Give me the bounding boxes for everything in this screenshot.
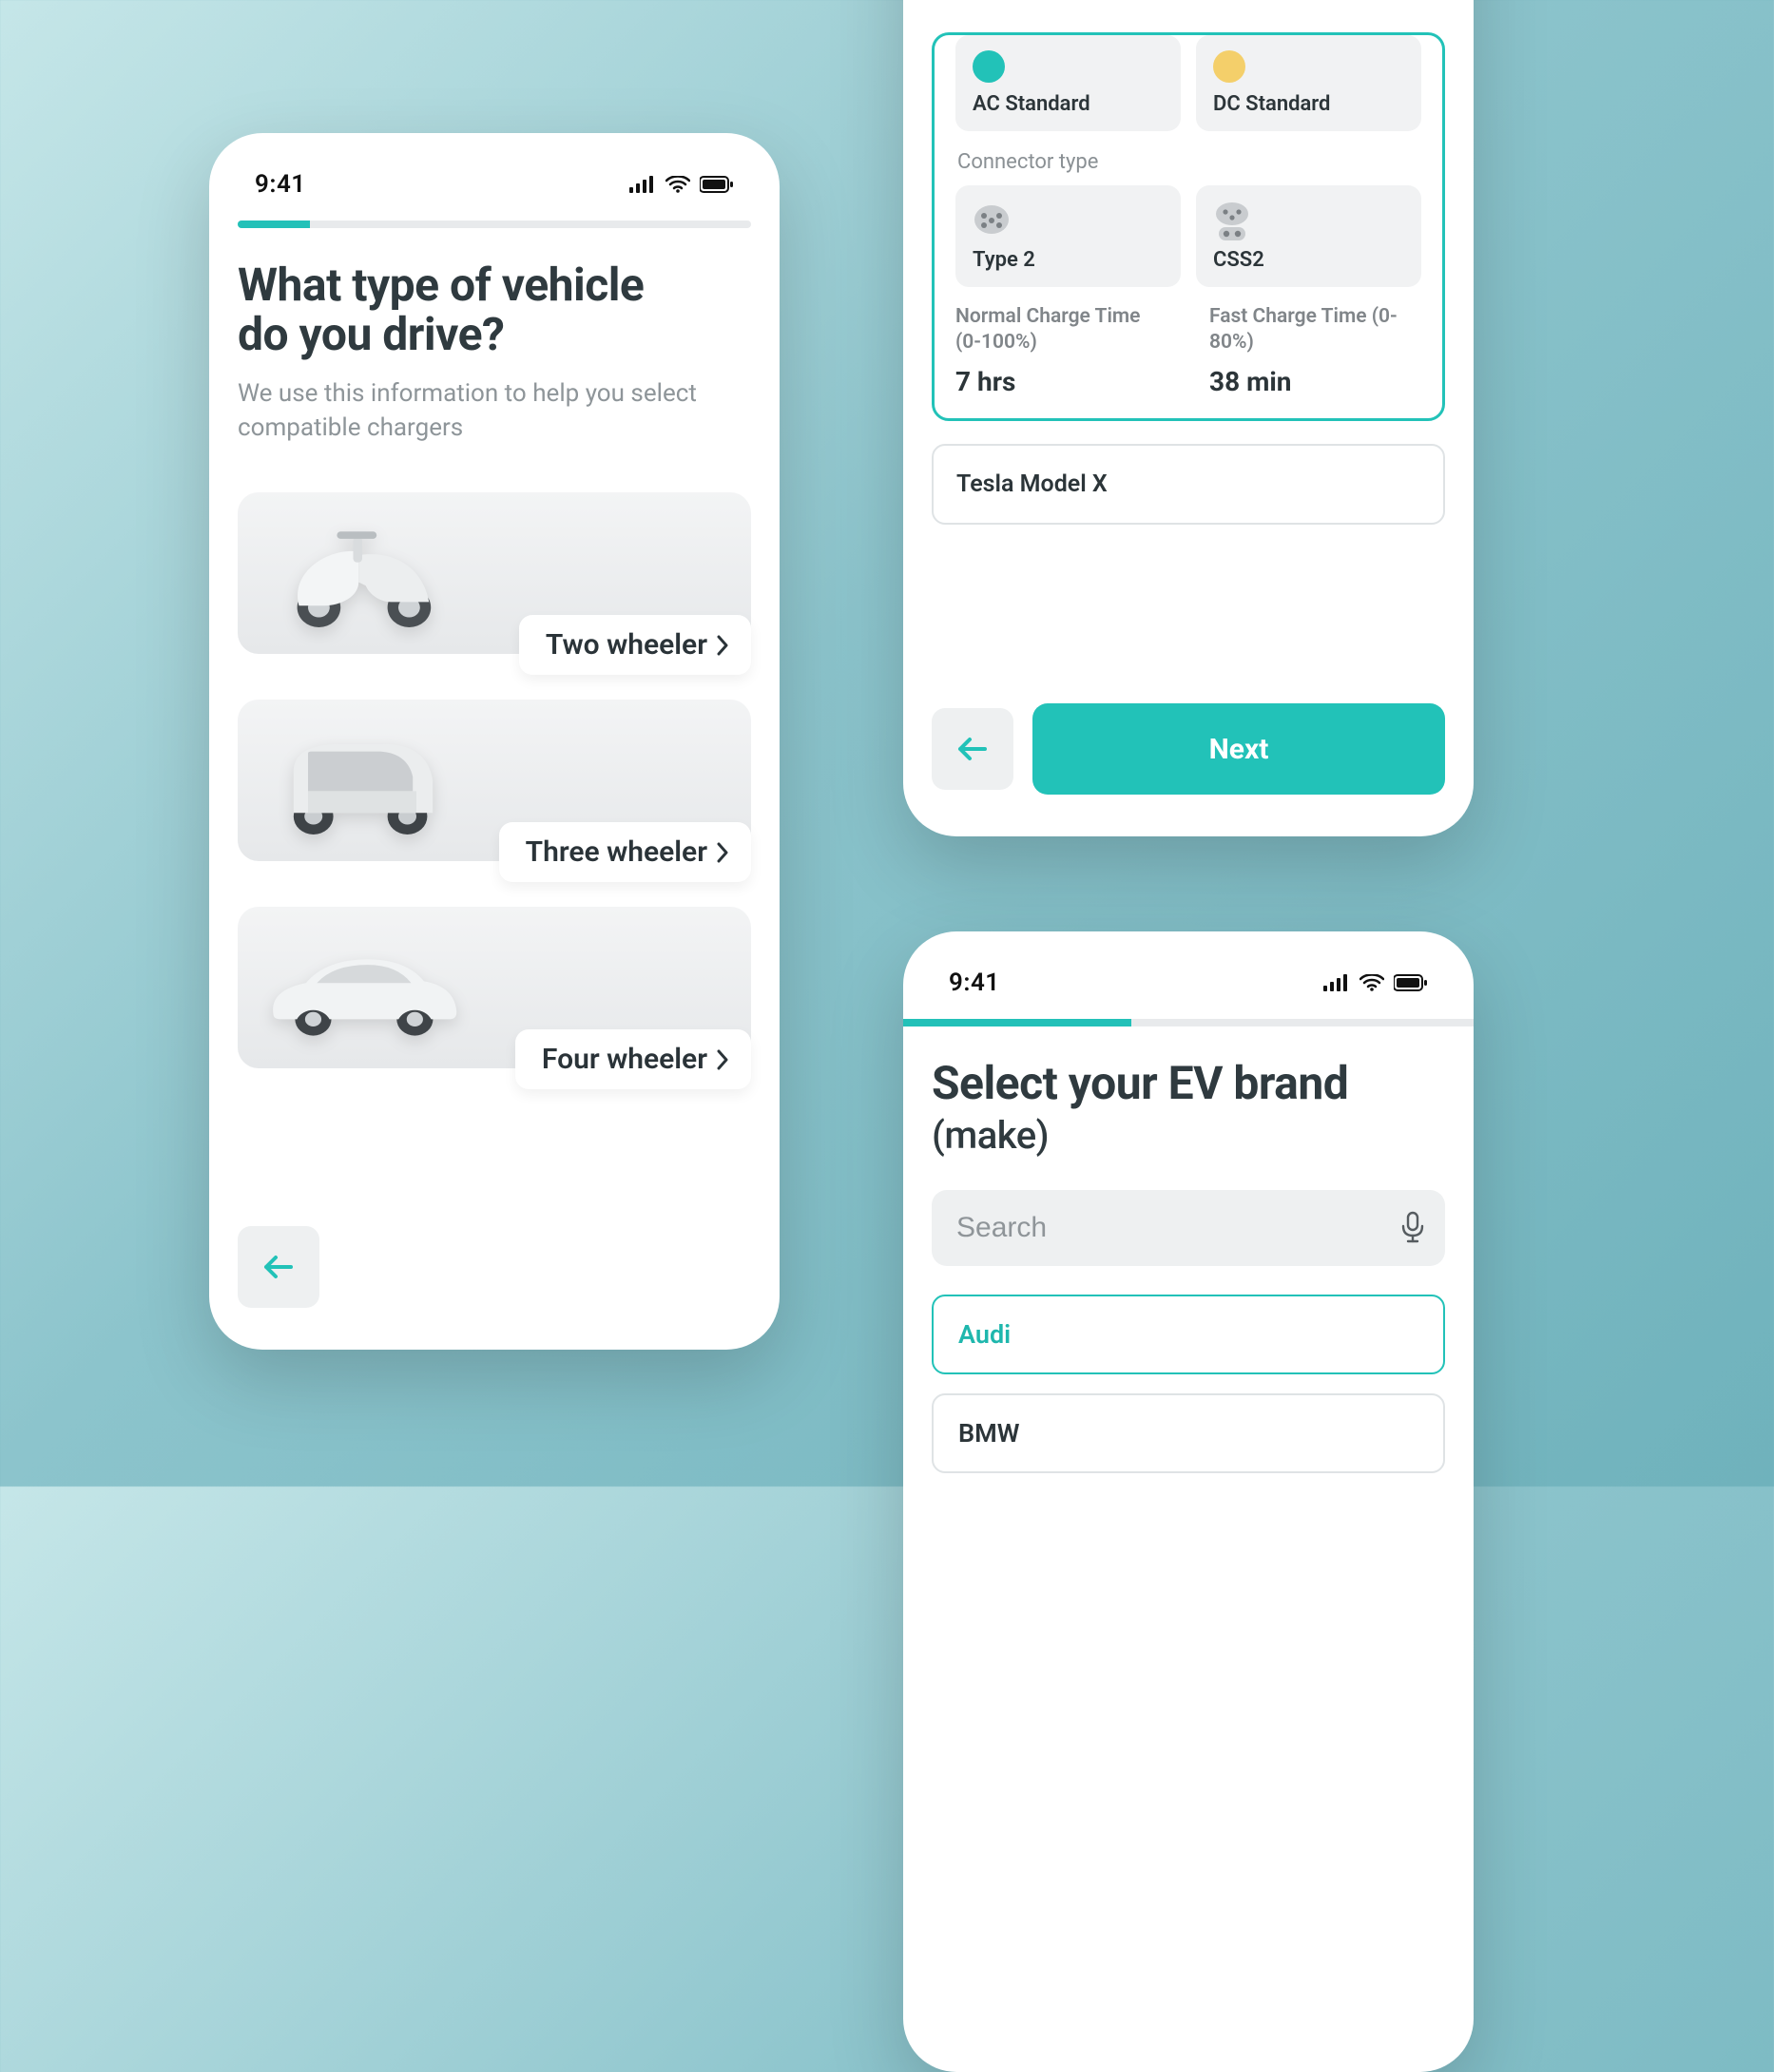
selected-vehicle-card: AC Standard DC Standard Connector type T… xyxy=(932,32,1445,421)
status-icons xyxy=(1323,974,1428,991)
microphone-icon[interactable] xyxy=(1399,1211,1426,1245)
progress-fill xyxy=(238,221,310,228)
search-input[interactable] xyxy=(956,1212,1399,1244)
rickshaw-icon xyxy=(262,719,462,842)
option-label: Four wheeler xyxy=(515,1029,751,1089)
option-label-text: Three wheeler xyxy=(526,835,707,869)
title-paren: (make) xyxy=(932,1113,1049,1158)
page-title: What type of vehicle do you drive? xyxy=(238,260,751,359)
page-title: Select your EV brand (make) xyxy=(932,1059,1445,1158)
progress-bar xyxy=(903,1019,1474,1026)
screen-charger-details: AC Standard DC Standard Connector type T… xyxy=(903,0,1474,836)
chevron-right-icon xyxy=(715,841,730,864)
brand-name: BMW xyxy=(958,1418,1019,1448)
option-four-wheeler[interactable]: Four wheeler xyxy=(238,907,751,1068)
arrow-left-icon xyxy=(956,736,989,762)
title-main: Select your EV brand xyxy=(932,1056,1348,1110)
connector-css2-chip[interactable]: CSS2 xyxy=(1196,185,1421,287)
title-line-2: do you drive? xyxy=(238,307,504,361)
status-bar: 9:41 xyxy=(209,133,780,215)
cellular-icon xyxy=(1323,974,1350,991)
brand-name: Audi xyxy=(958,1319,1011,1350)
screen-select-brand: 9:41 Select your EV brand (make) Audi xyxy=(903,931,1474,2072)
charger-ac-chip[interactable]: AC Standard xyxy=(955,35,1181,131)
status-bar: 9:41 xyxy=(903,931,1474,1013)
cellular-icon xyxy=(629,176,656,193)
screen-vehicle-type: 9:41 What type of vehicle do you drive? … xyxy=(209,133,780,1350)
ac-dot-icon xyxy=(973,50,1005,83)
time-value: 7 hrs xyxy=(955,366,1167,397)
status-time: 9:41 xyxy=(255,170,306,199)
car-icon xyxy=(262,926,462,1049)
chevron-right-icon xyxy=(715,1048,730,1071)
normal-charge-time: Normal Charge Time (0-100%) 7 hrs xyxy=(955,304,1167,397)
time-label: Fast Charge Time (0-80%) xyxy=(1209,304,1421,356)
next-button[interactable]: Next xyxy=(1032,703,1445,795)
fast-charge-time: Fast Charge Time (0-80%) 38 min xyxy=(1209,304,1421,397)
chip-label: CSS2 xyxy=(1213,248,1404,272)
battery-icon xyxy=(1394,974,1428,991)
arrow-left-icon xyxy=(262,1254,295,1280)
dc-dot-icon xyxy=(1213,50,1245,83)
option-label-text: Four wheeler xyxy=(542,1043,707,1076)
next-button-label: Next xyxy=(1209,733,1269,766)
chip-label: DC Standard xyxy=(1213,92,1404,116)
progress-fill xyxy=(903,1019,1131,1026)
chevron-right-icon xyxy=(715,634,730,657)
scooter-icon xyxy=(262,511,462,635)
option-three-wheeler[interactable]: Three wheeler xyxy=(238,700,751,861)
wifi-icon xyxy=(1359,974,1384,991)
css2-connector-icon xyxy=(1213,201,1251,239)
option-label-text: Two wheeler xyxy=(546,628,707,662)
chip-label: Type 2 xyxy=(973,248,1164,272)
time-value: 38 min xyxy=(1209,366,1421,397)
vehicle-options: Two wheeler xyxy=(238,492,751,1068)
brand-item-audi[interactable]: Audi xyxy=(932,1295,1445,1374)
option-label: Three wheeler xyxy=(499,822,751,882)
battery-icon xyxy=(700,176,734,193)
search-field[interactable] xyxy=(932,1190,1445,1266)
option-two-wheeler[interactable]: Two wheeler xyxy=(238,492,751,654)
connector-type2-chip[interactable]: Type 2 xyxy=(955,185,1181,287)
brand-list: Audi BMW xyxy=(932,1295,1445,1473)
status-icons xyxy=(629,176,734,193)
status-time: 9:41 xyxy=(949,969,1000,997)
vehicle-option-tesla-model-x[interactable]: Tesla Model X xyxy=(932,444,1445,525)
progress-bar xyxy=(238,221,751,228)
brand-item-bmw[interactable]: BMW xyxy=(932,1393,1445,1473)
type2-connector-icon xyxy=(973,201,1011,239)
title-line-1: What type of vehicle xyxy=(238,258,644,312)
charger-dc-chip[interactable]: DC Standard xyxy=(1196,35,1421,131)
option-label-text: Tesla Model X xyxy=(956,470,1108,498)
option-label: Two wheeler xyxy=(519,615,751,675)
time-label: Normal Charge Time (0-100%) xyxy=(955,304,1167,356)
wifi-icon xyxy=(665,176,690,193)
chip-label: AC Standard xyxy=(973,92,1164,116)
back-button[interactable] xyxy=(932,708,1013,790)
connector-heading: Connector type xyxy=(957,150,1421,174)
page-subtitle: We use this information to help you sele… xyxy=(238,376,751,446)
back-button[interactable] xyxy=(238,1226,319,1308)
